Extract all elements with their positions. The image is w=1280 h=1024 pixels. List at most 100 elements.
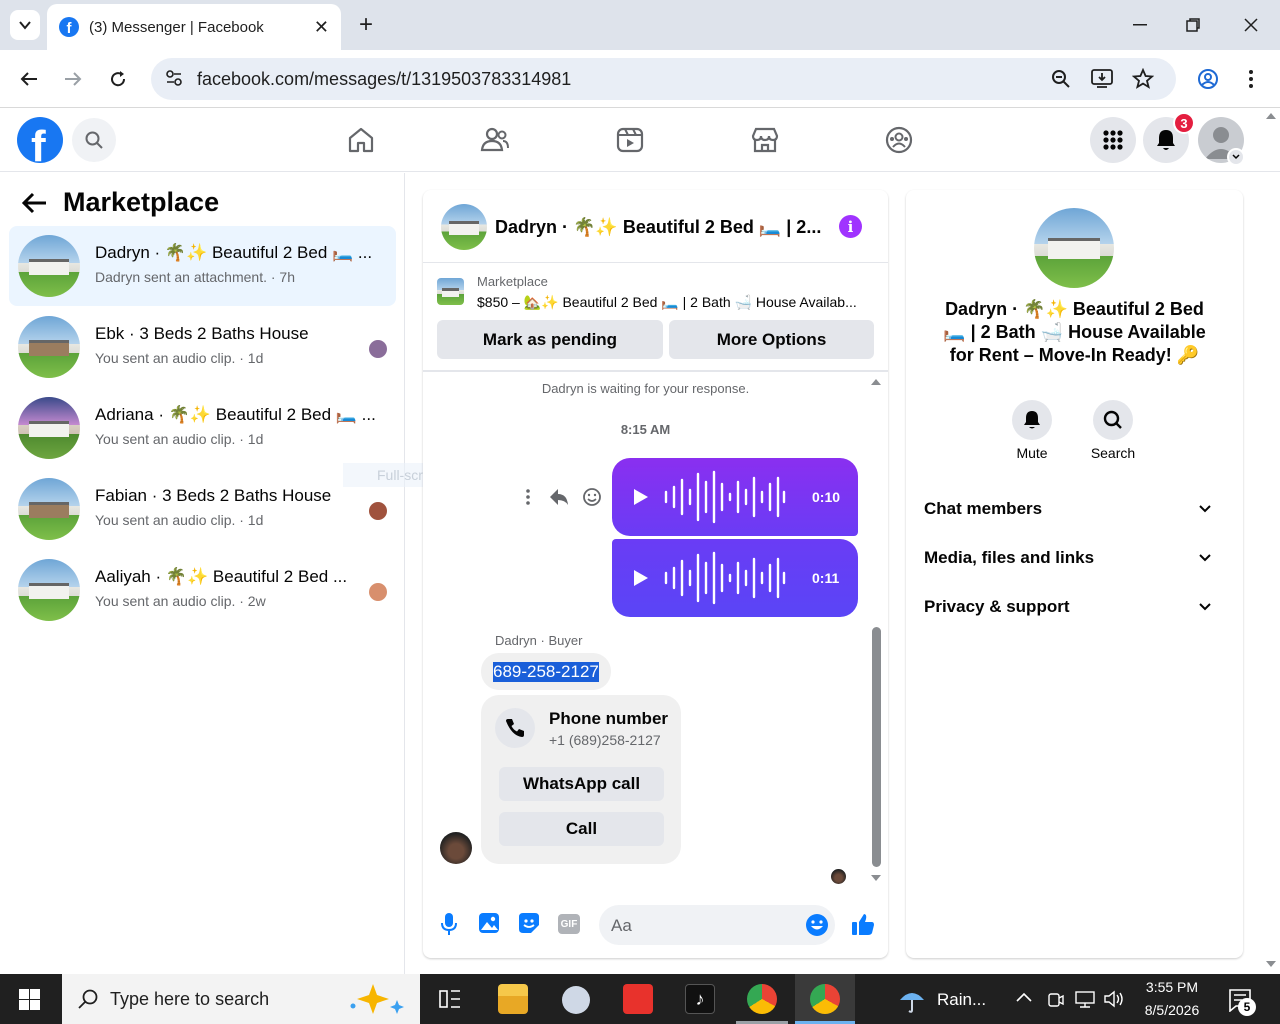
listing-thumbnail[interactable] <box>437 278 464 305</box>
back-icon[interactable] <box>14 64 44 94</box>
conversation-item[interactable]: Adriana · 🌴✨ Beautiful 2 Bed 🛏️ ... You … <box>9 388 396 468</box>
chat-header-avatar[interactable] <box>441 204 487 250</box>
windows-start-icon[interactable] <box>19 989 40 1010</box>
clock-time[interactable]: 3:55 PM <box>1130 979 1214 995</box>
more-options-button[interactable]: More Options <box>669 320 874 359</box>
waiting-notice: Dadryn is waiting for your response. <box>541 381 750 396</box>
phone-message-text: 689-258-2127 <box>493 661 599 682</box>
whatsapp-call-button[interactable]: WhatsApp call <box>499 767 664 801</box>
clock-date[interactable]: 8/5/2026 <box>1130 1002 1214 1018</box>
weather-label[interactable]: Rain... <box>937 990 986 1010</box>
message-input[interactable]: Aa <box>599 905 835 945</box>
conversation-list-panel: Marketplace Dadryn · 🌴✨ Beautiful 2 Bed … <box>0 173 545 974</box>
mute-label[interactable]: Mute <box>1002 445 1062 461</box>
phone-message-bubble[interactable]: 689-258-2127 <box>481 653 611 690</box>
conversation-item[interactable]: Ebk · 3 Beds 2 Baths House You sent an a… <box>9 307 396 387</box>
install-app-icon[interactable] <box>1091 68 1113 93</box>
microphone-icon[interactable] <box>439 912 459 936</box>
sticker-icon[interactable] <box>518 912 540 934</box>
groups-icon[interactable] <box>884 125 914 155</box>
home-icon[interactable] <box>346 125 376 155</box>
section-media-files-links[interactable]: Media, files and links <box>916 541 1233 575</box>
audio-message-bubble[interactable]: 0:11 <box>612 539 858 617</box>
close-window-icon[interactable] <box>1236 10 1266 40</box>
listing-label: Marketplace <box>477 274 548 289</box>
phone-card: Phone number +1 (689)258-2127 WhatsApp c… <box>481 695 681 864</box>
listing-text[interactable]: $850 – 🏡✨ Beautiful 2 Bed 🛏️ | 2 Bath 🛁 … <box>477 294 877 311</box>
friends-icon[interactable] <box>480 125 510 155</box>
new-tab-icon[interactable]: + <box>352 10 380 40</box>
copilot-sparkle-icon[interactable] <box>345 982 409 1016</box>
bookmark-star-icon[interactable] <box>1131 67 1155 95</box>
mute-bell-icon[interactable] <box>1012 400 1052 440</box>
restore-icon[interactable] <box>1178 10 1208 40</box>
back-arrow-icon[interactable] <box>22 191 48 215</box>
photo-icon[interactable] <box>478 912 500 934</box>
page-scroll-down-icon[interactable] <box>1265 960 1277 968</box>
chat-info-icon[interactable]: i <box>839 215 862 238</box>
scroll-down-icon[interactable] <box>870 874 882 882</box>
browser-tab[interactable]: f (3) Messenger | Facebook ✕ <box>47 4 341 50</box>
tiktok-icon[interactable]: ♪ <box>685 984 715 1014</box>
marketplace-icon[interactable] <box>750 125 780 155</box>
meet-now-icon[interactable] <box>1046 990 1064 1008</box>
message-more-icon[interactable] <box>525 488 531 506</box>
react-emoji-icon[interactable] <box>582 487 602 507</box>
audio-duration: 0:11 <box>812 570 840 586</box>
minimize-icon[interactable] <box>1125 10 1155 40</box>
facebook-logo-icon[interactable]: f <box>17 117 63 163</box>
chrome-profile-icon[interactable] <box>747 984 777 1014</box>
address-bar[interactable]: facebook.com/messages/t/1319503783314981 <box>151 58 1176 100</box>
call-button[interactable]: Call <box>499 812 664 846</box>
thumbs-up-icon[interactable] <box>851 912 875 936</box>
chat-details-panel: Dadryn · 🌴✨ Beautiful 2 Bed 🛏️ | 2 Bath … <box>906 190 1243 958</box>
account-chevron-icon[interactable] <box>1227 148 1245 166</box>
profile-icon[interactable] <box>1193 64 1223 94</box>
conversation-preview: You sent an audio clip. · 1d <box>95 512 264 528</box>
task-view-icon[interactable] <box>439 988 461 1010</box>
details-avatar[interactable] <box>1034 208 1114 288</box>
site-info-icon[interactable] <box>165 69 183 92</box>
page-scroll-up-icon[interactable] <box>1265 112 1277 120</box>
show-hidden-icons-icon[interactable] <box>1016 992 1032 1002</box>
zoom-icon[interactable] <box>1051 69 1071 94</box>
gif-icon[interactable]: GIF <box>558 914 580 934</box>
tab-close-icon[interactable]: ✕ <box>314 17 329 38</box>
section-label: Chat members <box>924 499 1043 518</box>
conversation-item[interactable]: Aaliyah · 🌴✨ Beautiful 2 Bed ... You sen… <box>9 550 396 630</box>
browser-menu-icon[interactable] <box>1238 64 1264 94</box>
file-explorer-icon[interactable] <box>498 984 528 1014</box>
anydesk-icon[interactable] <box>623 984 653 1014</box>
scroll-up-icon[interactable] <box>870 378 882 386</box>
conversation-avatar <box>18 316 80 378</box>
reply-icon[interactable] <box>549 488 569 506</box>
conversation-item[interactable]: Fabian · 3 Beds 2 Baths House You sent a… <box>9 469 396 549</box>
watch-video-icon[interactable] <box>615 125 645 155</box>
forward-icon[interactable] <box>58 64 88 94</box>
weather-umbrella-icon[interactable] <box>898 986 926 1014</box>
chrome-active-taskbar-item[interactable] <box>795 974 855 1024</box>
conversation-name: Fabian · 3 Beds 2 Baths House <box>95 486 332 505</box>
reload-icon[interactable] <box>103 64 133 94</box>
play-icon[interactable] <box>634 489 648 505</box>
menu-grid-icon[interactable] <box>1090 117 1136 163</box>
snipping-tool-icon[interactable] <box>562 986 590 1014</box>
taskbar-search-box[interactable]: Type here to search <box>62 974 420 1024</box>
chat-scrollbar-thumb[interactable] <box>872 627 881 867</box>
read-receipt-avatar <box>369 502 387 520</box>
audio-message-bubble[interactable]: 0:10 <box>612 458 858 536</box>
search-label[interactable]: Search <box>1083 445 1143 461</box>
section-chat-members[interactable]: Chat members <box>916 492 1233 526</box>
mark-as-pending-button[interactable]: Mark as pending <box>437 320 663 359</box>
play-icon[interactable] <box>634 570 648 586</box>
section-privacy-support[interactable]: Privacy & support <box>916 590 1233 624</box>
tab-search-chevron-icon[interactable] <box>10 10 40 40</box>
network-icon[interactable] <box>1074 990 1096 1008</box>
conversation-item[interactable]: Dadryn · 🌴✨ Beautiful 2 Bed 🛏️ ... Dadry… <box>9 226 396 306</box>
audio-duration: 0:10 <box>812 489 841 505</box>
emoji-icon[interactable] <box>805 913 829 937</box>
search-conversation-icon[interactable] <box>1093 400 1133 440</box>
volume-icon[interactable] <box>1103 990 1125 1008</box>
facebook-search-icon[interactable] <box>72 118 116 162</box>
chat-header-title[interactable]: Dadryn · 🌴✨ Beautiful 2 Bed 🛏️ | 2... <box>495 217 825 238</box>
